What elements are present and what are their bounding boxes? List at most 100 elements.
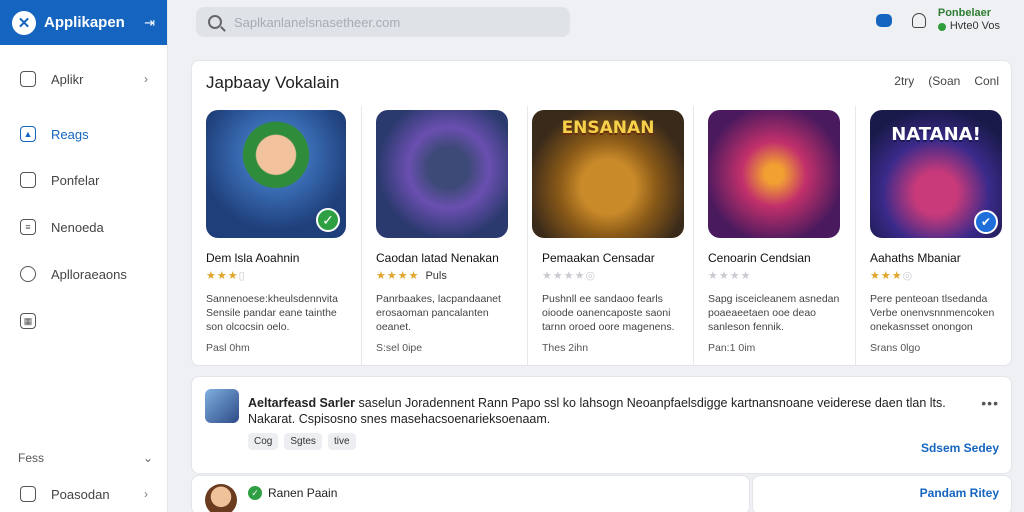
app-description: Pere penteoan tlsedanda Verbe onenvsnnme… [870, 293, 995, 333]
online-dot-icon [937, 22, 946, 31]
app-name[interactable]: Pemaakan Censadar [542, 251, 655, 265]
globe-icon [20, 266, 36, 282]
featured-controls: 2try (Soan Conl [894, 74, 999, 88]
top-bar: Ponbelaer Hvte0 Vos [168, 0, 1024, 45]
sidebar-section-header[interactable]: Fess ⌄ [18, 451, 153, 465]
app-name[interactable]: Aahaths Mbaniar [870, 251, 961, 265]
grid-icon: ▦ [20, 313, 36, 329]
app-meta: S:sel 0ipe [376, 342, 423, 354]
app-rating: ★★★◎ [870, 269, 913, 282]
sidebar-item-books[interactable]: Ponfelar [0, 165, 168, 195]
featured-apps-card: Japbaay Vokalain 2try (Soan Conl ✓ Dem l… [191, 60, 1012, 366]
star-rating-icon: ★★★◎ [870, 270, 914, 282]
post-action-link[interactable]: Sdsem Sedey [921, 441, 999, 455]
section-label: Fess [18, 451, 45, 465]
control-2[interactable]: (Soan [928, 74, 960, 88]
search-bar[interactable] [196, 7, 570, 37]
sidebar-item-rank[interactable]: ▲ Reags [0, 119, 168, 149]
app-artwork[interactable] [708, 110, 840, 238]
brand-bar: ✕ Applikapen ⇥ [0, 0, 167, 45]
status-line: Hvte0 Vos [937, 20, 1000, 33]
app-artwork[interactable] [376, 110, 508, 238]
avatar[interactable] [205, 484, 237, 512]
sidebar-item-explore[interactable]: Aplloraeaons [0, 259, 168, 289]
star-rating-icon: ★★★▯ [206, 270, 246, 282]
app-title: Applikapen [44, 14, 125, 31]
tag[interactable]: Sgtes [284, 433, 322, 450]
sidebar-item-label: Aplikr [51, 71, 84, 87]
app-artwork[interactable]: NATANA! ✔ [870, 110, 1002, 238]
app-card[interactable]: NATANA! ✔ Aahaths Mbaniar ★★★◎ Pere pent… [856, 106, 1012, 366]
app-meta: Thes 2ihn [542, 342, 589, 354]
app-artwork[interactable]: ✓ [206, 110, 346, 238]
book-icon [20, 172, 36, 188]
collapse-arrow-icon[interactable]: ⇥ [144, 15, 155, 31]
more-options-icon[interactable]: ••• [981, 395, 999, 411]
search-icon [208, 15, 222, 29]
sidebar-item-label: Reags [51, 126, 89, 142]
chevron-right-icon: › [144, 72, 148, 86]
tag[interactable]: tive [327, 433, 356, 450]
user-card: ✓ Ranen Paain [191, 475, 750, 512]
sidebar-item-label: Poasodan [51, 486, 110, 502]
user-name: Ponbelaer [937, 7, 992, 19]
app-description: Pushnll ee sandaoo fearls oioode oanenca… [542, 293, 675, 333]
news-icon: ≡ [20, 219, 36, 235]
app-card[interactable]: ENSANAN Pemaakan Censadar ★★★★◎ Pushnll … [528, 106, 694, 366]
action-card: Pandam Ritey [752, 475, 1012, 512]
rank-icon: ▲ [20, 126, 36, 142]
chevron-down-icon: ⌄ [142, 451, 153, 465]
app-rating: ★★★★ Puls [376, 269, 447, 283]
app-rating: ★★★★ [708, 269, 751, 282]
folder-icon [20, 486, 36, 502]
app-root: ✕ Applikapen ⇥ Aplikr › ▲ Reags Ponfelar… [0, 0, 1024, 512]
app-artwork[interactable]: ENSANAN [532, 110, 684, 238]
app-name[interactable]: Cenoarin Cendsian [708, 251, 811, 265]
tag[interactable]: Cog [248, 433, 279, 450]
sidebar-item-apps[interactable]: Aplikr › [0, 64, 168, 94]
avatar[interactable] [205, 389, 239, 423]
app-description: Sapg isceicleanem asnedan poaeaeetaen oo… [708, 293, 840, 333]
sidebar-item-label: Ponfelar [51, 172, 100, 188]
artwork-title: ENSANAN [561, 118, 655, 138]
app-card[interactable]: Cenoarin Cendsian ★★★★ Sapg isceicleanem… [694, 106, 856, 366]
app-meta: Pan:1 0im [708, 342, 756, 354]
sidebar-item-folder[interactable]: Poasodan › [0, 479, 168, 509]
star-rating-icon: ★★★★ [708, 270, 752, 282]
app-description: Sannenoese:kheulsdennvita Sensile pandar… [206, 293, 338, 333]
action-link[interactable]: Pandam Ritey [920, 486, 999, 500]
control-3[interactable]: Conl [974, 74, 999, 88]
artwork-title: NATANA! [891, 124, 981, 145]
app-logo-icon: ✕ [12, 10, 36, 35]
sidebar-item-label: Aplloraeaons [51, 266, 127, 282]
app-meta: Pasl 0hm [206, 342, 250, 354]
control-1[interactable]: 2try [894, 74, 914, 88]
apps-icon [20, 71, 36, 87]
top-actions: Ponbelaer Hvte0 Vos [875, 7, 1000, 33]
post-tags: Cog Sgtes tive [248, 433, 356, 450]
user-name[interactable]: Ranen Paain [268, 486, 337, 500]
chat-icon[interactable] [875, 13, 892, 27]
sidebar-item-label: Nenoeda [51, 219, 104, 235]
section-title: Japbaay Vokalain [206, 73, 340, 92]
app-rating: ★★★▯ [206, 269, 246, 282]
app-card[interactable]: Caodan latad Nenakan ★★★★ Puls Panrbaake… [362, 106, 528, 366]
user-status[interactable]: Ponbelaer Hvte0 Vos [937, 7, 1000, 33]
app-card[interactable]: ✓ Dem lsla Aoahnin ★★★▯ Sannenoese:kheul… [192, 106, 362, 366]
app-meta: Srans 0lgo [870, 342, 921, 354]
status-text: Hvte0 Vos [949, 20, 1000, 32]
search-input[interactable] [234, 14, 534, 30]
post-card: Aeltarfeasd Sarler saselun Joradennent R… [191, 376, 1012, 474]
bell-icon[interactable] [911, 12, 926, 28]
app-rating: ★★★★◎ [542, 269, 596, 282]
star-rating-icon: ★★★★◎ [542, 270, 597, 282]
verified-check-icon: ✓ [316, 208, 340, 232]
sidebar-item-news[interactable]: ≡ Nenoeda [0, 212, 168, 242]
rating-label: Puls [425, 269, 447, 282]
sidebar: ✕ Applikapen ⇥ Aplikr › ▲ Reags Ponfelar… [0, 0, 168, 512]
post-author[interactable]: Aeltarfeasd Sarler [248, 396, 355, 410]
app-name[interactable]: Dem lsla Aoahnin [206, 251, 299, 265]
chevron-right-icon: › [144, 487, 148, 501]
sidebar-item-grid[interactable]: ▦ [0, 306, 168, 336]
app-name[interactable]: Caodan latad Nenakan [376, 251, 499, 265]
